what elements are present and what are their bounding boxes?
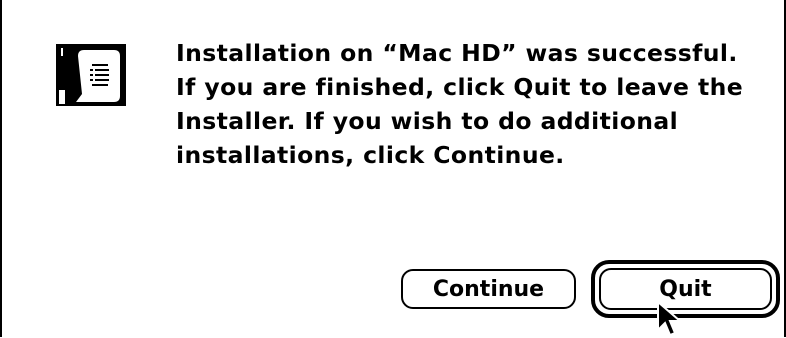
arrow-pointer-icon (657, 300, 682, 337)
continue-button[interactable]: Continue (401, 269, 576, 309)
message-line: installations, click Continue. (176, 141, 565, 169)
installation-message: Installation on “Mac HD” was successful.… (176, 36, 766, 172)
installer-document-icon (56, 44, 126, 106)
message-line: Installer. If you wish to do additional (176, 107, 679, 135)
dialog-left-border (0, 0, 2, 337)
quit-button[interactable]: Quit (599, 268, 772, 310)
message-line: Installation on “Mac HD” was successful. (176, 39, 738, 67)
installer-dialog: Installation on “Mac HD” was successful.… (0, 0, 786, 337)
message-line: If you are finished, click Quit to leave… (176, 73, 744, 101)
